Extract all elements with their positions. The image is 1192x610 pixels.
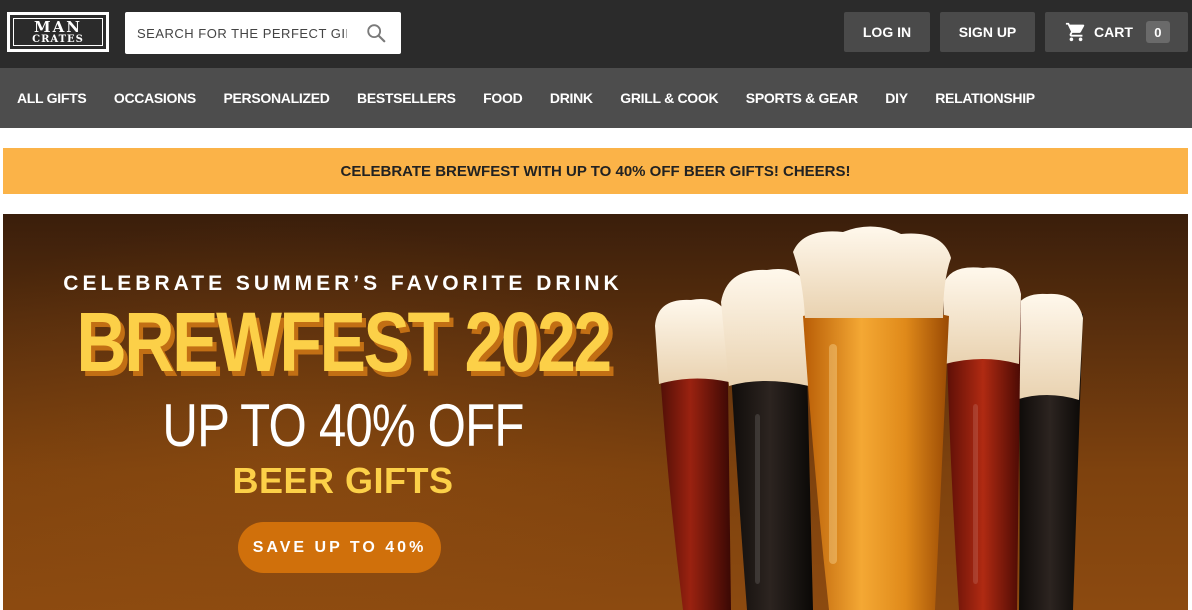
beer-glasses-image: [655, 226, 1083, 610]
logo-line-2: CRATES: [32, 33, 84, 45]
search-input[interactable]: [137, 12, 347, 54]
nav-item-all-gifts[interactable]: ALL GIFTS: [17, 90, 87, 106]
logo-line-1: MAN: [34, 17, 82, 36]
cart-icon: [1065, 22, 1085, 42]
save-cta-button[interactable]: SAVE UP TO 40%: [238, 522, 441, 573]
cart-button[interactable]: CART 0: [1045, 12, 1188, 52]
cart-count-badge: 0: [1145, 21, 1170, 43]
nav-item-grill-cook[interactable]: GRILL & COOK: [620, 90, 718, 106]
promo-banner[interactable]: CELEBRATE BREWFEST WITH UP TO 40% OFF BE…: [3, 148, 1188, 194]
nav-item-relationship[interactable]: RELATIONSHIP: [935, 90, 1035, 106]
hero-subhead: BEER GIFTS: [232, 460, 454, 501]
nav-item-occasions[interactable]: OCCASIONS: [114, 90, 196, 106]
cart-label: CART: [1094, 24, 1133, 40]
nav-item-food[interactable]: FOOD: [483, 90, 523, 106]
logo-frame: MAN CRATES: [13, 18, 103, 46]
hero-headline: BREWFEST 2022: [76, 295, 612, 389]
search-box: [125, 12, 401, 54]
nav-list: ALL GIFTS OCCASIONS PERSONALIZED BESTSEL…: [0, 68, 1192, 128]
main-nav: ALL GIFTS OCCASIONS PERSONALIZED BESTSEL…: [0, 68, 1192, 128]
login-button[interactable]: LOG IN: [844, 12, 930, 52]
man-crates-logo[interactable]: MAN CRATES: [7, 12, 109, 52]
hero-offer: UP TO 40% OFF: [162, 392, 524, 459]
nav-item-diy[interactable]: DIY: [885, 90, 908, 106]
nav-item-personalized[interactable]: PERSONALIZED: [223, 90, 329, 106]
nav-item-sports-gear[interactable]: SPORTS & GEAR: [746, 90, 858, 106]
login-label: LOG IN: [862, 24, 912, 40]
promo-text: CELEBRATE BREWFEST WITH UP TO 40% OFF BE…: [340, 162, 851, 180]
nav-item-bestsellers[interactable]: BESTSELLERS: [357, 90, 456, 106]
nav-item-drink[interactable]: DRINK: [550, 90, 593, 106]
top-header: MAN CRATES LOG IN SIGN UP CART 0: [0, 0, 1192, 68]
signup-button[interactable]: SIGN UP: [940, 12, 1035, 52]
hero-text-block: CELEBRATE SUMMER’S FAVORITE DRINK BREWFE…: [3, 214, 683, 610]
signup-label: SIGN UP: [958, 24, 1017, 40]
hero-kicker: CELEBRATE SUMMER’S FAVORITE DRINK: [63, 272, 623, 295]
search-icon[interactable]: [365, 22, 387, 44]
hero-banner[interactable]: CELEBRATE SUMMER’S FAVORITE DRINK BREWFE…: [3, 214, 1188, 610]
